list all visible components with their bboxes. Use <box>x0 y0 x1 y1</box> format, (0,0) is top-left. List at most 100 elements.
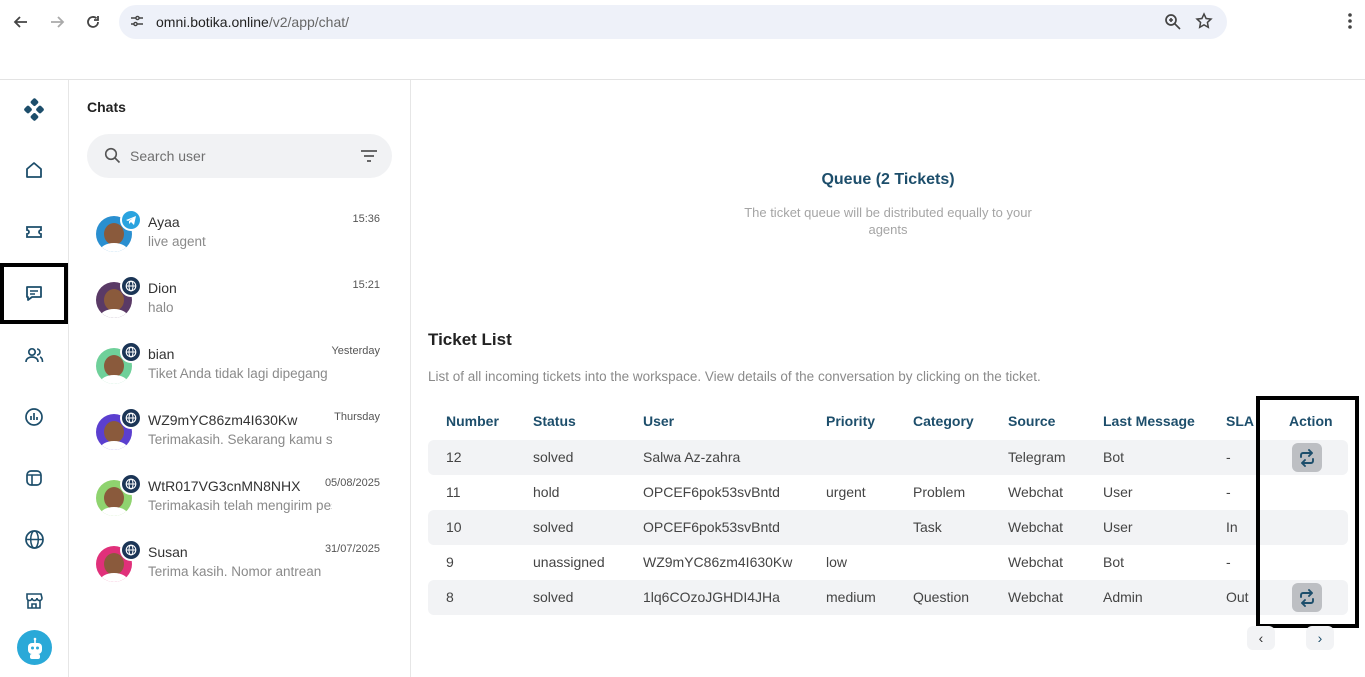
ticket-icon[interactable] <box>22 220 46 244</box>
ticket-source-cell: Webchat <box>1008 519 1063 535</box>
chat-contact-name: WZ9mYC86zm4I630Kw <box>148 412 298 428</box>
ticket-category-cell: Question <box>913 589 970 605</box>
bot-avatar-icon[interactable] <box>17 630 52 665</box>
ticket-category-cell: Task <box>913 519 942 535</box>
ticket-number-cell: 8 <box>446 589 454 605</box>
web-channel-icon <box>120 539 142 561</box>
ticket-row[interactable]: 10 solved OPCEF6pok53svBntd Task Webchat User… <box>428 510 1348 545</box>
ticket-sla-cell: - <box>1226 484 1231 500</box>
home-icon[interactable] <box>22 158 46 182</box>
chat-timestamp: 31/07/2025 <box>324 543 380 555</box>
ticket-priority-cell: medium <box>826 589 876 605</box>
ticket-row[interactable]: 12 solved Salwa Az-zahra Telegram Bot - <box>428 440 1348 475</box>
ticket-row[interactable]: 11 hold OPCEF6pok53svBntd urgent Problem Webc… <box>428 475 1348 510</box>
ticket-last-message-cell: Bot <box>1103 449 1125 465</box>
column-header-user[interactable]: User <box>643 413 674 429</box>
ticket-source-cell: Webchat <box>1008 484 1063 500</box>
queue-title: Queue (2 Tickets) <box>821 171 955 188</box>
ticket-status-cell: unassigned <box>533 554 605 570</box>
chat-list-item[interactable]: Ayaa 15:36 live agent <box>94 209 384 266</box>
column-header-category[interactable]: Category <box>913 413 974 429</box>
url-text: omni.botika.online/v2/app/chat/ <box>156 14 349 30</box>
chats-title: Chats <box>87 99 126 115</box>
ticket-status-cell: solved <box>533 449 574 465</box>
url-host: omni.botika.online <box>156 14 269 30</box>
ticket-user-cell: Salwa Az-zahra <box>643 449 741 465</box>
chat-timestamp: Yesterday <box>331 345 380 357</box>
ticket-row[interactable]: 8 solved 1lq6COzoJGHDI4JHa medium Question We… <box>428 580 1348 615</box>
chat-list-item[interactable]: Susan 31/07/2025 Terima kasih. Nomor antre… <box>94 539 384 596</box>
next-page-button[interactable]: › <box>1306 626 1334 650</box>
chat-last-message: Terimakasih telah mengirim pesan <box>148 498 332 513</box>
ticket-source-cell: Webchat <box>1008 589 1063 605</box>
chat-list-item[interactable]: bian Yesterday Tiket Anda tidak lagi dipeg… <box>94 341 384 398</box>
chat-contact-name: WtR017VG3cnMN8NHX <box>148 478 301 494</box>
chat-timestamp: 15:21 <box>352 279 380 291</box>
ticket-number-cell: 9 <box>446 554 454 570</box>
chat-contact-name: Dion <box>148 280 177 296</box>
chat-contact-name: Susan <box>148 544 188 560</box>
ticket-priority-cell: urgent <box>826 484 866 500</box>
back-arrow-icon[interactable] <box>8 9 34 35</box>
chat-last-message: Terima kasih. Nomor antrean <box>148 564 322 579</box>
chat-list-item[interactable]: WZ9mYC86zm4I630Kw Thursday Terimakasih. Se… <box>94 407 384 464</box>
chat-list-panel: Chats Ayaa 15:36 live agent Dion 15:21 halo bi… <box>69 80 411 677</box>
address-bar[interactable]: omni.botika.online/v2/app/chat/ <box>119 5 1227 39</box>
browser-toolbar: omni.botika.online/v2/app/chat/ <box>0 0 1365 80</box>
ticket-priority-cell: low <box>826 554 848 570</box>
column-header-status[interactable]: Status <box>533 413 576 429</box>
column-header-source[interactable]: Source <box>1008 413 1055 429</box>
column-header-last-message[interactable]: Last Message <box>1103 413 1195 429</box>
ticket-last-message-cell: User <box>1103 484 1133 500</box>
ticket-sla-cell: Out <box>1226 589 1249 605</box>
ticket-list-subtitle: List of all incoming tickets into the wo… <box>428 369 1041 384</box>
browser-menu-icon[interactable] <box>1347 12 1353 35</box>
site-settings-icon[interactable] <box>129 13 145 34</box>
column-header-priority[interactable]: Priority <box>826 413 875 429</box>
chat-list-item[interactable]: WtR017VG3cnMN8NHX 05/08/2025 Terimakasih t… <box>94 473 384 530</box>
logo-icon[interactable] <box>22 98 46 122</box>
store-icon[interactable] <box>22 589 46 613</box>
url-path: /v2/app/chat/ <box>268 14 350 30</box>
chat-list-item[interactable]: Dion 15:21 halo <box>94 275 384 332</box>
action-column-highlight <box>1256 396 1359 628</box>
chat-last-message: live agent <box>148 234 206 249</box>
chat-last-message: halo <box>148 300 174 315</box>
ticket-table-header: Number Status User Priority Category Sou… <box>428 410 1348 434</box>
main-content: Queue (2 Tickets) The ticket queue will … <box>411 80 1365 677</box>
app-sidebar <box>0 80 69 677</box>
filter-icon[interactable] <box>360 148 378 169</box>
bookmark-star-icon[interactable] <box>1195 12 1213 35</box>
queue-subtitle: The ticket queue will be distributed equ… <box>744 205 1032 237</box>
ticket-number-cell: 11 <box>446 484 461 500</box>
forward-arrow-icon[interactable] <box>44 9 70 35</box>
ticket-sla-cell: - <box>1226 449 1231 465</box>
ticket-row[interactable]: 9 unassigned WZ9mYC86zm4I630Kw low Webchat Bo… <box>428 545 1348 580</box>
zoom-icon[interactable] <box>1164 13 1181 35</box>
report-icon[interactable] <box>22 405 46 429</box>
ticket-user-cell: OPCEF6pok53svBntd <box>643 484 780 500</box>
telegram-icon <box>120 209 142 231</box>
ticket-source-cell: Telegram <box>1008 449 1066 465</box>
widget-icon[interactable] <box>22 466 46 490</box>
search-box <box>87 134 392 178</box>
column-header-number[interactable]: Number <box>446 413 499 429</box>
previous-page-button[interactable]: ‹ <box>1247 626 1275 650</box>
ticket-last-message-cell: Admin <box>1103 589 1143 605</box>
ticket-user-cell: OPCEF6pok53svBntd <box>643 519 780 535</box>
reload-icon[interactable] <box>80 9 106 35</box>
ticket-last-message-cell: Bot <box>1103 554 1125 570</box>
search-user-input[interactable] <box>130 146 350 166</box>
contacts-icon[interactable] <box>22 343 46 367</box>
ticket-list-title: Ticket List <box>428 330 512 349</box>
chat-icon[interactable] <box>22 281 46 305</box>
chat-last-message: Terimakasih. Sekarang kamu sudah <box>148 432 332 447</box>
web-channel-icon <box>120 473 142 495</box>
column-header-sla[interactable]: SLA <box>1226 413 1254 429</box>
ticket-sla-cell: - <box>1226 554 1231 570</box>
globe-icon[interactable] <box>22 527 46 551</box>
ticket-source-cell: Webchat <box>1008 554 1063 570</box>
chat-last-message: Tiket Anda tidak lagi dipegang <box>148 366 328 381</box>
web-channel-icon <box>120 275 142 297</box>
chat-contact-name: Ayaa <box>148 214 180 230</box>
